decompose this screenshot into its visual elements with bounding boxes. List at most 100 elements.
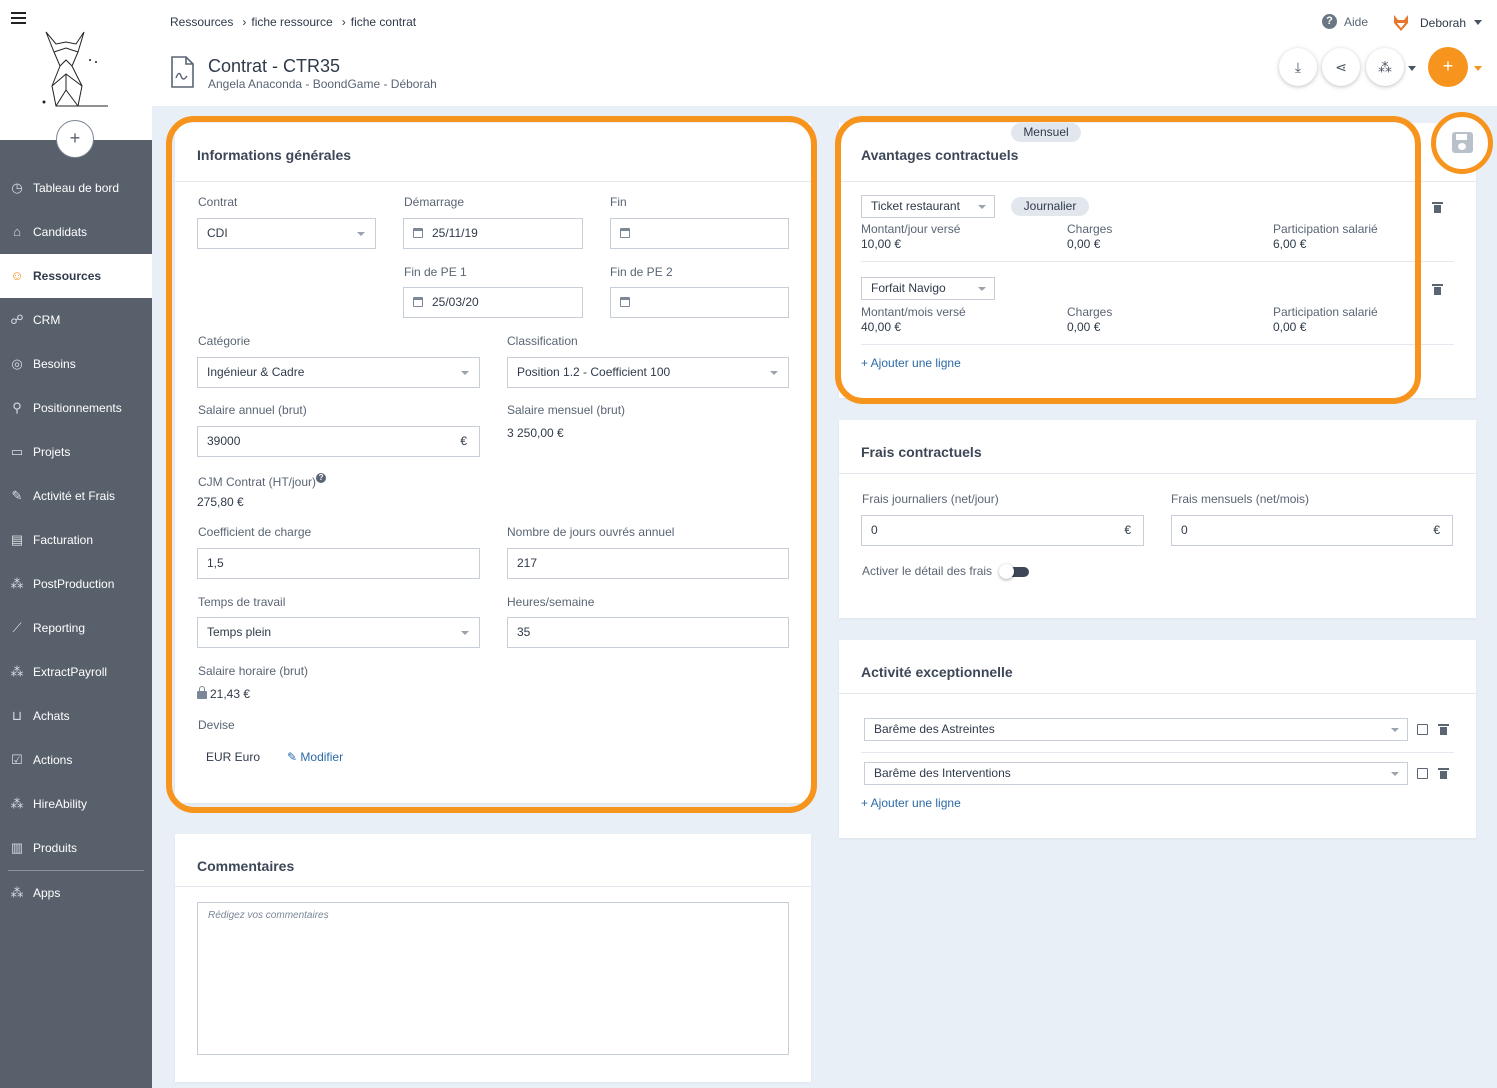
trash-icon[interactable] (1432, 284, 1443, 295)
user-menu[interactable]: Deborah (1392, 14, 1483, 32)
cubes-icon: ⁂ (10, 796, 24, 811)
hamburger-menu-icon[interactable] (11, 12, 26, 27)
people-icon: ☺ (10, 268, 24, 283)
edit-icon: ✎ (11, 488, 23, 503)
cubes-icon: ⁂ (10, 576, 24, 591)
edit-icon[interactable] (1417, 768, 1428, 779)
comments-textarea[interactable]: Rédigez vos commentaires (197, 902, 789, 1055)
pin-icon: ⚲ (12, 400, 22, 415)
edit-icon[interactable] (1417, 724, 1428, 735)
chevron-down-icon[interactable] (1474, 66, 1482, 71)
briefcase-icon: ▭ (10, 444, 24, 459)
dashboard-icon: ◷ (11, 180, 23, 195)
frais-mois-input[interactable]: 0 € (1171, 515, 1453, 546)
cubes-icon: ⁂ (1378, 59, 1392, 75)
breadcrumb-item[interactable]: Ressources (170, 15, 233, 29)
sidebar-item-facturation[interactable]: ▤ Facturation (0, 518, 152, 562)
sidebar-item-label: Achats (33, 709, 70, 723)
cubes-icon: ⁂ (10, 664, 24, 679)
comments-card: Commentaires Rédigez vos commentaires (175, 834, 811, 1082)
sidebar-nav: ◷ Tableau de bord ⌂ Candidats ☺ Ressources … (0, 166, 152, 915)
breadcrumb-item[interactable]: fiche ressource (251, 15, 332, 29)
sidebar-item-activite[interactable]: ✎ Activité et Frais (0, 474, 152, 518)
graduation-cap-icon: ⌂ (13, 224, 21, 239)
chart-icon: ⟋ (12, 620, 22, 635)
chevron-down-icon[interactable] (1408, 66, 1416, 71)
help-label: Aide (1344, 14, 1369, 29)
question-icon: ? (1322, 14, 1337, 29)
sidebar-item-label: ExtractPayroll (33, 665, 108, 679)
add-bareme-link[interactable]: + Ajouter une ligne (861, 796, 961, 810)
apps-button[interactable]: ⁂ (1366, 48, 1404, 86)
trash-icon[interactable] (1438, 768, 1449, 779)
help-link[interactable]: ? Aide (1322, 14, 1368, 29)
toggle-knob (999, 564, 1014, 579)
sidebar-item-label: Besoins (33, 357, 76, 371)
divider (839, 473, 1476, 474)
detail-frais-label: Activer le détail des frais (862, 564, 993, 578)
bareme-select[interactable]: Barême des Astreintes (864, 718, 1408, 741)
create-button[interactable]: + (1428, 47, 1468, 87)
download-button[interactable]: ⤓ (1279, 48, 1317, 86)
sidebar-item-label: Actions (33, 753, 73, 767)
share-icon: ⋖ (1335, 59, 1347, 75)
divider (861, 752, 1454, 753)
sidebar-item-postproduction[interactable]: ⁂ PostProduction (0, 562, 152, 606)
sidebar-item-ressources[interactable]: ☺ Ressources (0, 254, 152, 298)
user-name: Deborah (1420, 16, 1467, 30)
cart-icon: ⊔ (11, 708, 23, 723)
bareme-select[interactable]: Barême des Interventions (864, 762, 1408, 785)
fox-logo (42, 31, 108, 107)
fox-avatar-icon (1394, 15, 1408, 31)
highlight-frame (835, 116, 1421, 404)
sidebar-item-produits[interactable]: ▥ Produits (0, 826, 152, 870)
bareme-value: Barême des Astreintes (874, 722, 995, 736)
download-icon: ⤓ (1294, 59, 1302, 75)
sidebar-item-positionnements[interactable]: ⚲ Positionnements (0, 386, 152, 430)
sidebar-item-reporting[interactable]: ⟋ Reporting (0, 606, 152, 650)
cubes-icon: ⁂ (10, 885, 24, 900)
divider (175, 886, 811, 887)
sidebar-item-label: Facturation (33, 533, 94, 547)
plus-icon: + (1442, 56, 1454, 76)
contract-document-icon (171, 56, 194, 88)
header: Ressources › fiche ressource › fiche contrat… (152, 0, 1497, 106)
sidebar-item-label: HireAbility (33, 797, 88, 811)
sidebar-item-label: Reporting (33, 621, 86, 635)
chevron-down-icon (1391, 728, 1399, 732)
sidebar-item-label: CRM (33, 313, 61, 327)
share-button[interactable]: ⋖ (1322, 48, 1360, 86)
target-icon: ◎ (11, 356, 23, 371)
save-icon (1452, 132, 1473, 153)
save-button[interactable] (1431, 112, 1493, 174)
currency-symbol: € (1124, 523, 1131, 537)
frais-jour-input[interactable]: 0 € (861, 515, 1144, 546)
sidebar-item-actions[interactable]: ☑ Actions (0, 738, 152, 782)
checklist-icon: ☑ (11, 752, 23, 767)
sidebar: + ◷ Tableau de bord ⌂ Candidats ☺ Ressource… (0, 0, 152, 1088)
exceptional-activity-card: Activité exceptionnelle Barême des Astre… (839, 640, 1476, 838)
sidebar-item-apps[interactable]: ⁂ Apps (0, 871, 152, 915)
sidebar-item-candidats[interactable]: ⌂ Candidats (0, 210, 152, 254)
chevron-down-icon (1391, 772, 1399, 776)
breadcrumb: Ressources › fiche ressource › fiche contrat (170, 15, 420, 29)
sidebar-item-tableau[interactable]: ◷ Tableau de bord (0, 166, 152, 210)
detail-frais-toggle[interactable] (999, 564, 1029, 579)
page-title: Contrat - CTR35 (208, 56, 341, 76)
sidebar-item-extractpayroll[interactable]: ⁂ ExtractPayroll (0, 650, 152, 694)
trash-icon[interactable] (1438, 724, 1449, 735)
sidebar-item-hireability[interactable]: ⁂ HireAbility (0, 782, 152, 826)
bareme-value: Barême des Interventions (874, 766, 1011, 780)
currency-symbol: € (1433, 523, 1440, 537)
sidebar-item-projets[interactable]: ▭ Projets (0, 430, 152, 474)
add-button[interactable]: + (56, 120, 94, 158)
frais-mois-label: Frais mensuels (net/mois) (1171, 492, 1310, 506)
chevron-right-icon: › (242, 15, 247, 29)
divider (839, 693, 1476, 694)
sidebar-item-achats[interactable]: ⊔ Achats (0, 694, 152, 738)
trash-icon[interactable] (1432, 202, 1443, 213)
sidebar-item-crm[interactable]: ☍ CRM (0, 298, 152, 342)
sidebar-item-label: Tableau de bord (33, 181, 120, 195)
card-title: Commentaires (197, 858, 295, 874)
sidebar-item-besoins[interactable]: ◎ Besoins (0, 342, 152, 386)
